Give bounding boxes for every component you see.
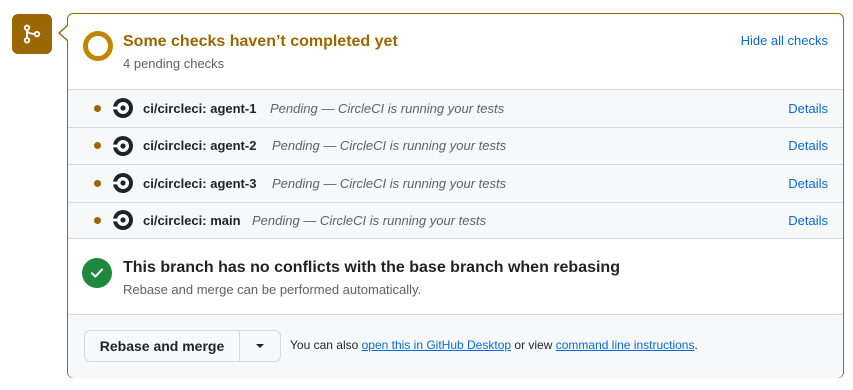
checkmark-icon (91, 268, 103, 278)
check-description: Pending — CircleCI is running your tests (272, 175, 507, 191)
pending-ring-icon (83, 31, 113, 61)
conflict-title: This branch has no conflicts with the ba… (123, 259, 620, 276)
checks-list: ci/circleci: agent-1 Pending — CircleCI … (68, 89, 843, 239)
merge-footer: Rebase and merge You can also open this … (68, 314, 843, 378)
check-name: ci/circleci: main (143, 212, 241, 228)
checks-subtitle: 4 pending checks (123, 56, 225, 71)
git-merge-icon (23, 24, 41, 44)
check-description: Pending — CircleCI is running your tests (272, 138, 507, 154)
pending-dot-icon (94, 216, 101, 224)
merge-status-panel: Some checks haven’t completed yet 4 pend… (67, 13, 844, 378)
pending-dot-icon (94, 104, 101, 112)
triangle-down-icon (256, 344, 264, 348)
pending-dot-icon (94, 179, 101, 187)
circleci-icon (112, 135, 133, 156)
panel-pointer-fill (60, 26, 68, 40)
conflict-subtitle: Rebase and merge can be performed automa… (123, 282, 422, 297)
check-row: ci/circleci: main Pending — CircleCI is … (68, 201, 843, 239)
circleci-icon (112, 210, 133, 231)
check-name: ci/circleci: agent-2 (143, 138, 257, 154)
checks-header: Some checks haven’t completed yet 4 pend… (68, 14, 843, 89)
circleci-icon (112, 98, 133, 119)
check-details-link[interactable]: Details (788, 213, 828, 228)
merge-alternatives-text: You can also open this in GitHub Desktop… (290, 338, 698, 352)
check-details-link[interactable]: Details (788, 101, 828, 116)
check-name: ci/circleci: agent-3 (143, 175, 257, 191)
command-line-instructions-link[interactable]: command line instructions (556, 338, 695, 352)
hide-all-checks-link[interactable]: Hide all checks (741, 33, 828, 48)
open-in-desktop-link[interactable]: open this in GitHub Desktop (362, 338, 511, 352)
check-description: Pending — CircleCI is running your tests (270, 100, 505, 116)
merge-method-dropdown-button[interactable] (240, 331, 280, 361)
alt-text-middle: or view (514, 338, 553, 352)
check-description: Pending — CircleCI is running your tests (252, 212, 487, 228)
conflict-status: This branch has no conflicts with the ba… (68, 239, 843, 316)
check-row: ci/circleci: agent-3 Pending — CircleCI … (68, 164, 843, 202)
merge-button-group: Rebase and merge (84, 330, 281, 362)
check-details-link[interactable]: Details (788, 138, 828, 153)
git-merge-badge (12, 14, 52, 54)
check-details-link[interactable]: Details (788, 176, 828, 191)
check-name: ci/circleci: agent-1 (143, 100, 257, 116)
pending-dot-icon (94, 142, 101, 150)
check-row: ci/circleci: agent-2 Pending — CircleCI … (68, 126, 843, 164)
alt-text-prefix: You can also (290, 338, 359, 352)
check-circle-icon (82, 258, 112, 288)
rebase-and-merge-button[interactable]: Rebase and merge (85, 331, 240, 361)
alt-text-suffix: . (694, 338, 698, 352)
checks-title: Some checks haven’t completed yet (123, 33, 398, 50)
check-row: ci/circleci: agent-1 Pending — CircleCI … (68, 89, 843, 127)
circleci-icon (112, 173, 133, 194)
